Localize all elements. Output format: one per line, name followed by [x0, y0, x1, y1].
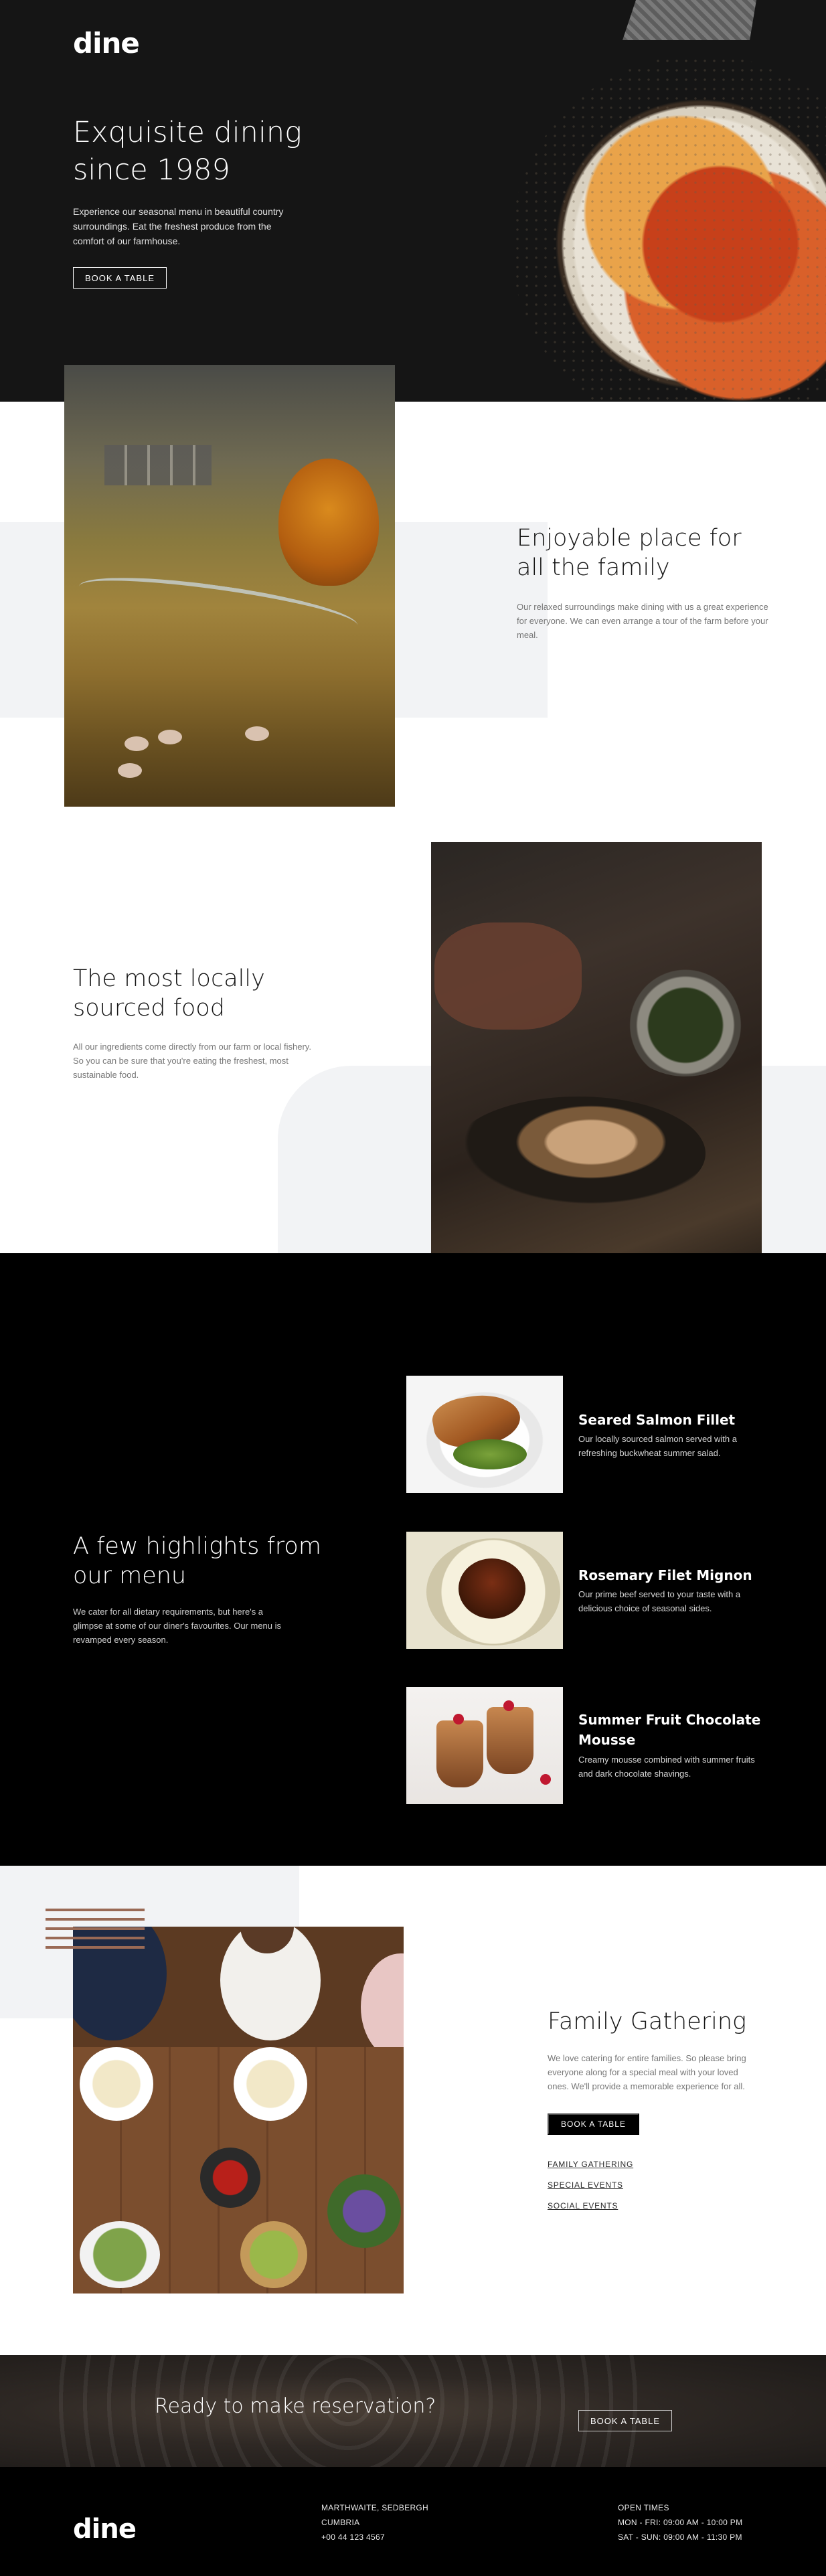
sheep	[125, 736, 149, 751]
salad	[453, 1439, 527, 1469]
menu-item-title: Summer Fruit Chocolate Mousse	[578, 1712, 761, 1748]
chef-hand	[434, 922, 582, 1030]
feature-text-local-food: All our ingredients come directly from o…	[73, 1042, 311, 1080]
menu-item-title: Seared Salmon Fillet	[578, 1412, 736, 1428]
salad-bowl	[240, 2221, 307, 2288]
feature-title-local-food: The most locally sourced food	[73, 965, 265, 1022]
menu-item-description: Our locally sourced salmon served with a…	[578, 1434, 737, 1458]
decorative-pattern	[623, 0, 756, 40]
feature-text-family: Our relaxed surroundings make dining wit…	[517, 602, 768, 640]
book-table-button[interactable]: BOOK A TABLE	[73, 267, 167, 289]
salmon-dish-image	[406, 1376, 563, 1493]
address-line: MARTHWAITE, SEDBERGH	[321, 2503, 429, 2512]
feature-title-family: Enjoyable place for all the family	[517, 525, 742, 581]
chocolate-mousse-image	[406, 1687, 563, 1804]
vegetable-plate	[80, 2221, 160, 2288]
footer-address: MARTHWAITE, SEDBERGH CUMBRIA +00 44 123 …	[321, 2500, 428, 2545]
hero-title: Exquisite dining since 1989	[73, 116, 302, 187]
events-title: Family Gathering	[548, 2008, 747, 2035]
footer-logo[interactable]: dine	[73, 2514, 137, 2545]
reservation-banner: Ready to make reservation? BOOK A TABLE	[0, 2355, 826, 2467]
village-houses	[104, 445, 212, 485]
sheep	[245, 726, 269, 741]
menu-title: A few highlights from our menu	[73, 1533, 321, 1589]
address-line: CUMBRIA	[321, 2518, 360, 2527]
book-table-button[interactable]: BOOK A TABLE	[548, 2113, 639, 2135]
tomato-bowl	[200, 2148, 260, 2208]
decorative-lines	[46, 1909, 145, 1955]
autumn-tree	[278, 459, 379, 586]
steak	[459, 1558, 525, 1619]
book-table-button[interactable]: BOOK A TABLE	[578, 2410, 672, 2431]
raspberry	[503, 1700, 514, 1711]
plate-texture	[511, 54, 826, 402]
hero-description: Experience our seasonal menu in beautifu…	[73, 206, 284, 246]
hours-weekday: MON - FRI: 09:00 AM - 10:00 PM	[618, 2518, 743, 2527]
footer: dine MARTHWAITE, SEDBERGH CUMBRIA +00 44…	[0, 2467, 826, 2576]
sauce-bowl	[618, 963, 752, 1076]
farm-valley-image	[64, 365, 395, 807]
flower-vase	[327, 2174, 401, 2248]
footer-hours: OPEN TIMES MON - FRI: 09:00 AM - 10:00 P…	[618, 2500, 742, 2545]
menu-item-description: Creamy mousse combined with summer fruit…	[578, 1755, 755, 1779]
raspberry	[540, 1774, 551, 1785]
events-description: We love catering for entire families. So…	[548, 2053, 746, 2091]
pasta-plate	[80, 2047, 153, 2121]
mousse-cup	[487, 1707, 533, 1774]
menu-item-title: Rosemary Filet Mignon	[578, 1567, 752, 1583]
filet-mignon-image	[406, 1532, 563, 1649]
hours-heading: OPEN TIMES	[618, 2503, 669, 2512]
pasta-plate	[234, 2047, 307, 2121]
raspberry	[453, 1714, 464, 1724]
person	[361, 1953, 404, 2061]
logo[interactable]: dine	[73, 27, 140, 60]
tab-family-gathering[interactable]: FAMILY GATHERING	[548, 2160, 633, 2169]
hours-weekend: SAT - SUN: 09:00 AM - 11:30 PM	[618, 2532, 742, 2542]
tab-special-events[interactable]: SPECIAL EVENTS	[548, 2180, 623, 2190]
hero-section: dine Exquisite dining since 1989 Experie…	[0, 0, 826, 402]
tab-social-events[interactable]: SOCIAL EVENTS	[548, 2201, 618, 2210]
menu-item-description: Our prime beef served to your taste with…	[578, 1589, 741, 1613]
plated-dish	[451, 1097, 706, 1210]
reservation-heading: Ready to make reservation?	[155, 2395, 436, 2418]
family-dinner-image	[73, 1927, 404, 2293]
menu-description: We cater for all dietary requirements, b…	[73, 1607, 282, 1645]
phone-number: +00 44 123 4567	[321, 2532, 385, 2542]
chef-plating-image	[431, 842, 762, 1284]
mousse-cup	[436, 1720, 483, 1787]
sheep	[118, 763, 142, 778]
sheep	[158, 730, 182, 744]
